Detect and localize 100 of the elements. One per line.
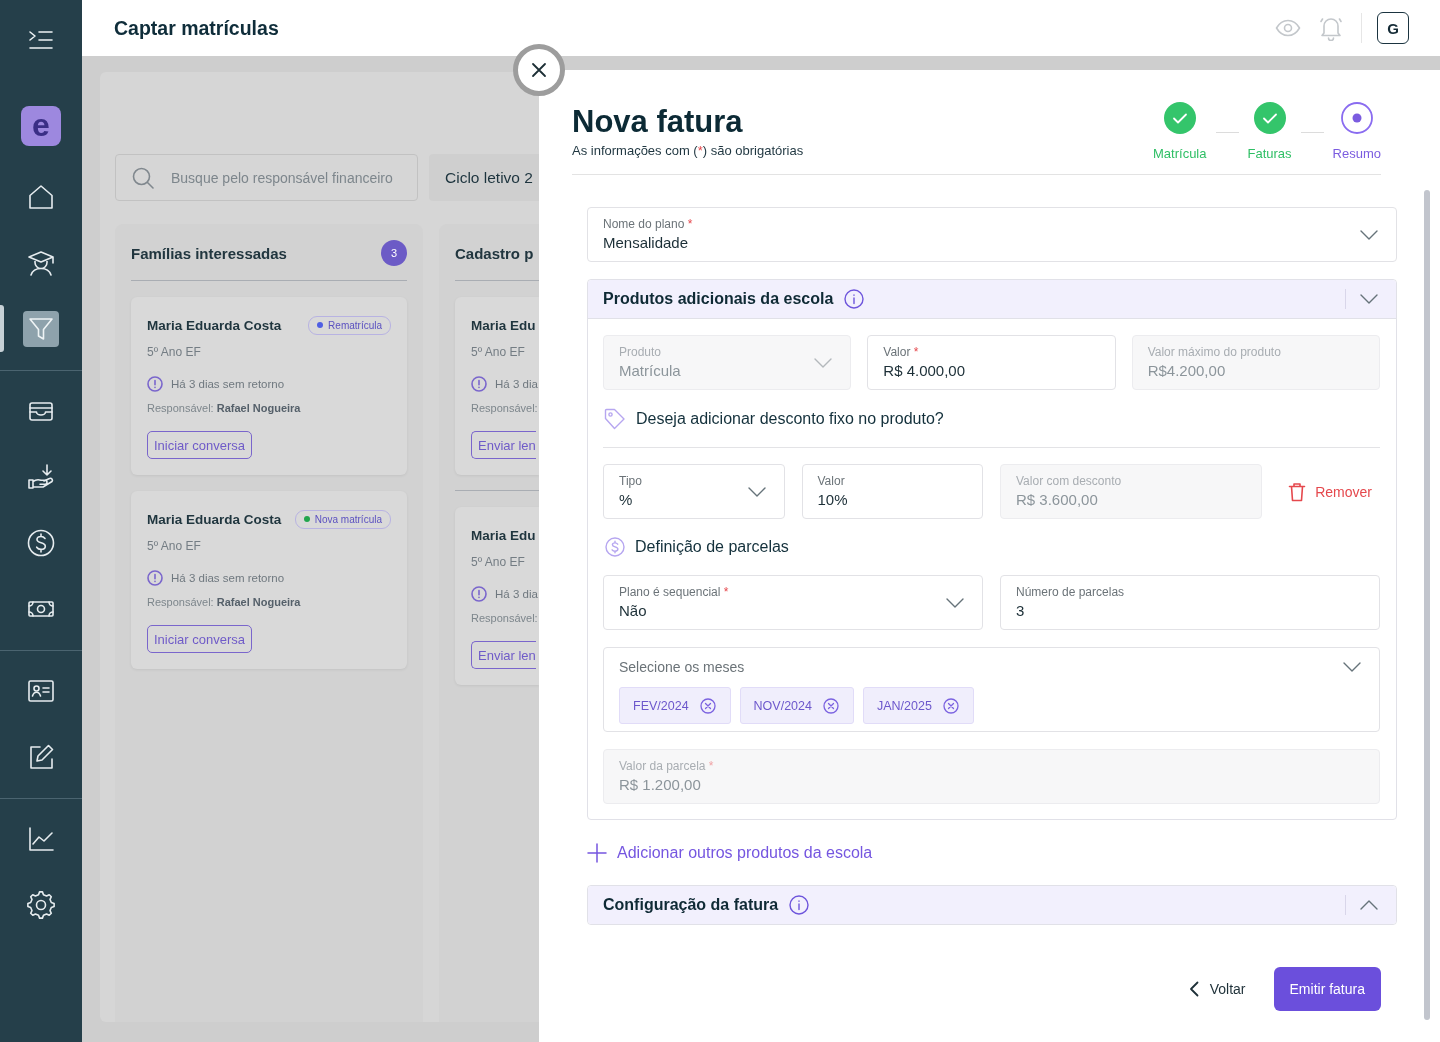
plus-icon: [587, 843, 607, 863]
remove-circle-icon[interactable]: [822, 697, 839, 714]
search-field[interactable]: Busque pelo responsável financeiro: [115, 154, 418, 201]
info-icon[interactable]: [789, 895, 810, 915]
alert-text: Há 3 dias sem retorno: [171, 572, 285, 584]
grade-text: 5º Ano EF: [471, 344, 525, 360]
avatar-button[interactable]: G: [1377, 12, 1409, 44]
field-label: Produto: [619, 344, 662, 361]
alert-icon: [471, 376, 487, 392]
cycle-select[interactable]: Ciclo letivo 2: [429, 154, 539, 201]
field-value: %: [619, 490, 633, 510]
section-title: Configuração da fatura: [603, 896, 779, 914]
chip-label: NOV/2024: [753, 698, 812, 713]
chevron-left-icon: [1188, 981, 1199, 997]
dollar-circle-icon: [605, 537, 625, 557]
tag-label: Nova matrícula: [314, 513, 382, 525]
card-action-button[interactable]: Iniciar conversa: [147, 625, 253, 653]
hand-arrow-icon: [26, 462, 56, 492]
input-field[interactable]: Número de parcelas 3: [1000, 575, 1380, 630]
student-name: Maria Eduarda Costa: [147, 511, 282, 527]
close-icon: [531, 62, 547, 78]
select-field[interactable]: Tipo %: [603, 464, 785, 519]
grade-text: 5º Ano EF: [147, 538, 201, 554]
submit-button[interactable]: Emitir fatura: [1273, 967, 1381, 1011]
alert-text: Há 3 dia: [495, 588, 538, 600]
field-label: Nome do plano *: [603, 216, 693, 233]
grade-text: 5º Ano EF: [147, 344, 201, 360]
grade-text: 5º Ano EF: [471, 554, 525, 570]
field-value: 3: [1016, 601, 1025, 621]
trash-icon: [1288, 481, 1307, 502]
chevron-down-icon: [814, 357, 833, 368]
page-title: Captar matrículas: [114, 16, 279, 40]
info-icon[interactable]: [844, 289, 865, 309]
alert-icon: [471, 586, 487, 602]
responsible-text: Responsável:: [471, 401, 538, 416]
step-label[interactable]: Resumo: [1332, 146, 1381, 162]
field-value: 10%: [817, 490, 848, 510]
remove-circle-icon[interactable]: [699, 697, 716, 714]
chevron-down-icon: [1343, 662, 1361, 672]
responsible-text: Responsável:: [471, 611, 538, 626]
field-label: Selecione os meses: [619, 659, 745, 675]
field-value: Mensalidade: [603, 233, 689, 253]
chevron-down-icon: [1360, 294, 1378, 304]
add-products-link[interactable]: Adicionar outros produtos da escola: [587, 841, 873, 865]
tag-label: Rematrícula: [328, 319, 382, 331]
tag-icon: [603, 407, 627, 431]
accordion-header[interactable]: Configuração da fatura: [588, 886, 1396, 924]
field-value: R$ 3.600,00: [1016, 490, 1098, 510]
line-chart-icon: [26, 824, 56, 854]
months-select[interactable]: Selecione os meses FEV/2024 NOV/2024 JAN/2025: [603, 647, 1380, 732]
field-value: Matrícula: [619, 361, 681, 381]
field-label: Valor com desconto: [1016, 473, 1122, 490]
menu-icon: [28, 30, 54, 50]
remove-circle-icon[interactable]: [942, 697, 959, 714]
field-label: Valor: [817, 473, 845, 490]
accordion-header[interactable]: Produtos adicionais da escola: [588, 280, 1396, 319]
alert-text: Há 3 dias sem retorno: [171, 378, 285, 390]
field-label: Número de parcelas: [1016, 584, 1125, 601]
select-field[interactable]: Nome do plano * Mensalidade: [587, 207, 1397, 262]
student-name: Maria Edu: [471, 527, 536, 543]
menu-button[interactable]: [28, 30, 54, 50]
card-action-button[interactable]: Enviar len: [471, 431, 536, 459]
home-icon: [26, 182, 56, 212]
alert-text: Há 3 dia: [495, 378, 538, 390]
input-field[interactable]: Valor 10%: [801, 464, 983, 519]
responsible-text: Responsável: Rafael Nogueira: [147, 595, 301, 610]
section-title: Produtos adicionais da escola: [603, 290, 834, 308]
student-name: Maria Eduarda Costa: [147, 317, 282, 333]
discount-question: Deseja adicionar desconto fixo no produto?: [636, 410, 944, 428]
installments-title: Definição de parcelas: [635, 538, 789, 556]
back-button[interactable]: Voltar: [1188, 981, 1246, 997]
field-label: Valor da parcela *: [619, 758, 714, 775]
chevron-down-icon: [747, 486, 766, 497]
chip-label: FEV/2024: [633, 698, 689, 713]
field-value: R$ 1.200,00: [619, 775, 701, 795]
remove-button[interactable]: Remover: [1280, 475, 1380, 508]
search-icon: [132, 167, 154, 189]
required-note: As informações com (*) são obrigatórias: [572, 143, 804, 159]
alert-icon: [147, 376, 163, 392]
dollar-circle-icon: [26, 528, 56, 558]
alert-icon: [147, 570, 163, 586]
scrollbar[interactable]: [1424, 190, 1430, 1020]
column-title: Famílias interessadas: [131, 244, 287, 262]
select-field[interactable]: Plano é sequencial * Não: [603, 575, 983, 630]
active-indicator: [0, 305, 4, 352]
input-field[interactable]: Valor * R$ 4.000,00: [867, 335, 1116, 390]
field-value: Não: [619, 601, 647, 621]
drawer-title: Nova fatura: [572, 104, 744, 140]
chevron-down-icon: [1360, 229, 1378, 240]
chip-label: JAN/2025: [876, 698, 932, 713]
responsible-text: Responsável: Rafael Nogueira: [147, 401, 301, 416]
field-value: R$ 4.000,00: [883, 361, 966, 381]
settings-icon: [26, 890, 56, 920]
card-action-button[interactable]: Enviar len: [471, 641, 536, 669]
student-name: Maria Edu: [471, 317, 536, 333]
field-value: R$4.200,00: [1147, 361, 1226, 381]
app-logo: e: [21, 106, 61, 146]
field-label: Tipo: [619, 473, 642, 490]
field-label: Valor máximo do produto: [1147, 344, 1281, 361]
card-action-button[interactable]: Iniciar conversa: [147, 431, 253, 459]
